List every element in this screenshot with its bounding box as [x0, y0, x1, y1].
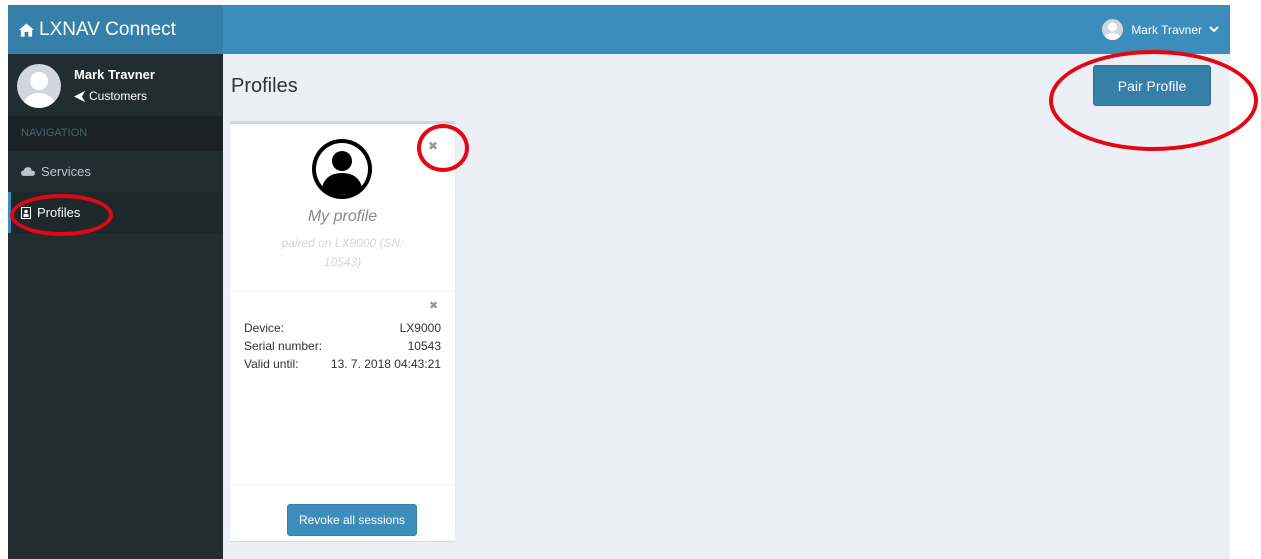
user-silhouette-icon — [1104, 22, 1121, 40]
top-navbar: Mark Travner — [223, 5, 1230, 54]
user-circle-icon — [312, 139, 372, 199]
device-value: LX9000 — [399, 321, 441, 335]
annotation-ellipse-close — [417, 124, 469, 172]
cloud-icon — [21, 167, 35, 176]
avatar — [1102, 19, 1124, 40]
annotation-ellipse-pair — [1049, 50, 1258, 151]
user-silhouette-icon — [23, 72, 55, 108]
app-logo[interactable]: LXNAV Connect — [8, 5, 223, 54]
user-menu-name: Mark Travner — [1131, 22, 1202, 37]
profile-name: My profile — [307, 208, 378, 225]
plane-icon — [74, 90, 85, 102]
user-name: Mark Travner — [74, 67, 155, 82]
device-label: Device: — [244, 321, 285, 335]
paired-line-2: 10543) — [323, 255, 362, 269]
serial-label: Serial number: — [244, 339, 323, 353]
sidebar-item-services[interactable]: Services — [8, 151, 223, 192]
info-row-valid: Valid until: 13. 7. 2018 04:43:21 — [244, 357, 441, 375]
annotation-ellipse-profiles — [10, 194, 113, 236]
user-role: Customers — [74, 89, 147, 103]
info-row-serial: Serial number: 10543 — [244, 339, 441, 357]
app-title: LXNAV Connect — [39, 18, 176, 40]
chevron-down-icon — [1209, 26, 1219, 33]
paired-line-1: paired on LX9000 (SN: — [281, 236, 404, 250]
sidebar-item-label: Services — [41, 164, 91, 179]
nav-header: NAVIGATION — [8, 116, 223, 151]
divider — [230, 484, 455, 485]
avatar — [17, 64, 61, 108]
paired-on-text: paired on LX9000 (SN: 10543) — [270, 234, 415, 272]
home-icon — [19, 22, 34, 37]
serial-value: 10543 — [407, 339, 441, 353]
page-title: Profiles — [231, 75, 298, 97]
revoke-sessions-button[interactable]: Revoke all sessions — [287, 504, 417, 536]
app-window: LXNAV Connect Mark Travner Customers NAV… — [8, 5, 1230, 559]
close-icon[interactable]: ✖ — [429, 299, 438, 312]
valid-label: Valid until: — [244, 357, 299, 371]
user-panel: Mark Travner Customers — [8, 54, 223, 116]
user-menu[interactable]: Mark Travner — [1102, 19, 1219, 40]
sidebar: LXNAV Connect Mark Travner Customers NAV… — [8, 5, 223, 559]
info-row-device: Device: LX9000 — [244, 321, 441, 339]
profile-card: ✖ My profile paired on LX9000 (SN: 10543… — [230, 121, 455, 541]
user-role-label: Customers — [89, 89, 148, 103]
divider — [230, 291, 455, 292]
device-info: Device: LX9000 Serial number: 10543 Vali… — [244, 321, 441, 375]
valid-value: 13. 7. 2018 04:43:21 — [330, 357, 441, 371]
